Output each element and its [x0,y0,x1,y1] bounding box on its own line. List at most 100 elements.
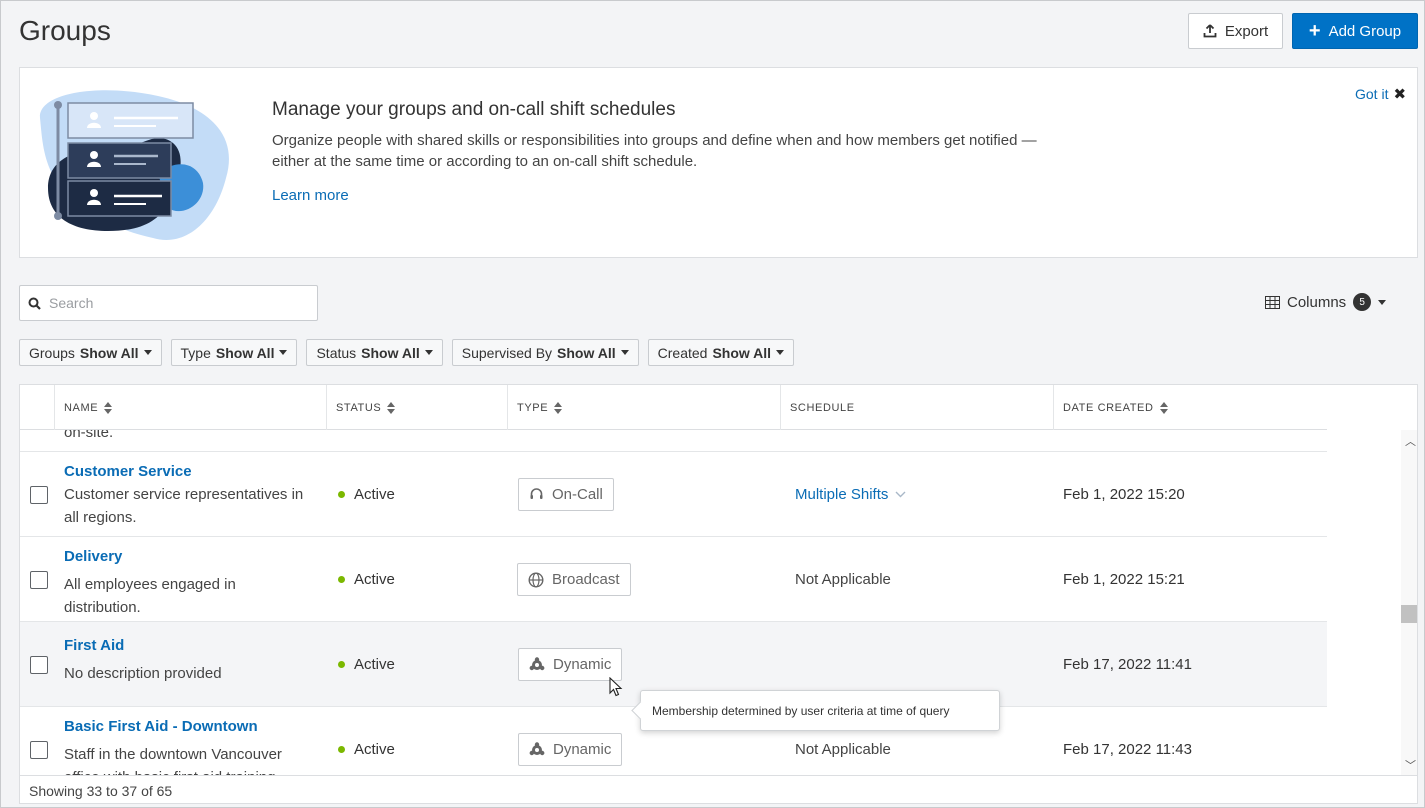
active-status-dot [338,491,345,498]
chevron-down-icon [279,350,288,355]
select-column-header [20,385,55,430]
upload-icon [1203,24,1217,38]
pagination-summary: Showing 33 to 37 of 65 [29,782,173,799]
date-created: Feb 17, 2022 11:41 [1063,656,1192,673]
dynamic-group-icon [529,741,545,755]
column-header-name[interactable]: NAME [55,385,327,430]
type-badge[interactable]: Dynamic [518,648,623,681]
row-description: Customer service representatives in all … [64,486,304,526]
columns-menu[interactable]: Columns 5 [1265,293,1387,311]
type-badge: Dynamic [518,733,623,766]
column-header-schedule: SCHEDULE [781,385,1054,430]
filter-label: Supervised By [461,344,553,361]
table-row: on-site. [20,430,1327,452]
export-button[interactable]: Export [1188,13,1283,49]
type-tooltip: Membership determined by user criteria a… [640,690,1000,731]
chevron-down-icon [620,350,629,355]
filter-value: Show All [361,344,420,361]
status-label: Active [354,486,395,503]
scroll-down-icon[interactable]: ﹀ [1405,757,1416,773]
status-cell: Active [338,571,395,588]
group-name-link[interactable]: Basic First Aid - Downtown [64,718,258,735]
filter-created[interactable]: Created Show All [647,339,795,366]
column-header-type[interactable]: TYPE [508,385,781,430]
filter-groups[interactable]: Groups Show All [19,339,162,366]
filter-status[interactable]: Status Show All [306,339,443,366]
globe-icon [528,571,544,588]
row-description: Staff in the downtown Vancouver office w… [64,746,282,775]
scroll-up-icon[interactable]: ︿ [1405,433,1416,449]
banner-title: Manage your groups and on-call shift sch… [272,99,676,120]
filter-label: Groups [29,344,75,361]
page-title: Groups [19,15,111,46]
sort-icon [104,401,113,414]
chevron-down-icon [895,491,906,498]
plus-icon: + [1308,20,1321,42]
group-name-link[interactable]: First Aid [64,637,124,654]
type-label: Broadcast [552,571,620,588]
filter-label: Status [316,344,357,361]
row-checkbox[interactable] [30,486,48,504]
status-cell: Active [338,741,395,758]
row-checkbox[interactable] [30,571,48,589]
sort-icon [1159,401,1168,414]
date-created: Feb 17, 2022 11:43 [1063,741,1192,758]
filter-label: Created [657,344,708,361]
row-description: No description provided [64,665,222,682]
status-cell: Active [338,656,395,673]
row-checkbox[interactable] [30,741,48,759]
type-badge: On-Call [518,478,614,511]
column-header-status[interactable]: STATUS [327,385,508,430]
groups-illustration-icon [39,90,229,240]
active-status-dot [338,661,345,668]
scrollbar-thumb[interactable] [1401,605,1417,623]
filter-supervised-by[interactable]: Supervised By Show All [451,339,639,366]
learn-more-link[interactable]: Learn more [272,187,349,204]
type-label: Dynamic [553,741,612,758]
active-status-dot [338,746,345,753]
columns-count-badge: 5 [1353,293,1372,311]
search-input[interactable] [49,295,299,311]
schedule-text: Not Applicable [795,741,891,758]
row-description: on-site. [64,430,114,441]
groups-table: NAME STATUS TYPE SCHEDULE DATE CREATED o… [19,384,1418,804]
filter-value: Show All [712,344,772,361]
chevron-down-icon [143,350,152,355]
mouse-cursor-icon [609,677,623,697]
export-label: Export [1224,22,1269,40]
banner-description: Organize people with shared skills or re… [272,132,1037,170]
close-icon: ✖ [1393,86,1407,103]
table-icon [1265,295,1280,309]
filter-value: Show All [557,344,616,361]
type-label: On-Call [552,486,603,503]
date-created: Feb 1, 2022 15:20 [1063,486,1185,503]
type-badge: Broadcast [517,563,631,596]
status-label: Active [354,571,395,588]
column-header-date-created[interactable]: DATE CREATED [1054,385,1327,430]
filter-type[interactable]: Type Show All [170,339,298,366]
row-description: All employees engaged in distribution. [64,576,236,616]
table-header: NAME STATUS TYPE SCHEDULE DATE CREATED [20,385,1327,430]
column-header-label: NAME [64,401,99,414]
column-header-label: STATUS [336,401,382,414]
status-label: Active [354,656,395,673]
filter-value: Show All [79,344,139,361]
add-group-label: Add Group [1328,22,1402,40]
chevron-down-icon [776,350,785,355]
columns-label: Columns [1287,293,1347,311]
status-label: Active [354,741,395,758]
type-label: Dynamic [553,656,612,673]
got-it-button[interactable]: Got it ✖ [1355,85,1406,103]
schedule-text: Not Applicable [795,571,891,588]
active-status-dot [338,576,345,583]
chevron-down-icon [1378,299,1387,305]
row-checkbox[interactable] [30,656,48,674]
table-row: Customer Service Customer service repres… [20,452,1327,537]
group-name-link[interactable]: Customer Service [64,463,192,480]
schedule-link[interactable]: Multiple Shifts [795,486,906,503]
table-scrollbar[interactable]: ︿ ﹀ [1401,430,1417,775]
filter-label: Type [180,344,211,361]
add-group-button[interactable]: + Add Group [1292,13,1418,49]
group-name-link[interactable]: Delivery [64,548,122,565]
search-box [19,285,318,321]
